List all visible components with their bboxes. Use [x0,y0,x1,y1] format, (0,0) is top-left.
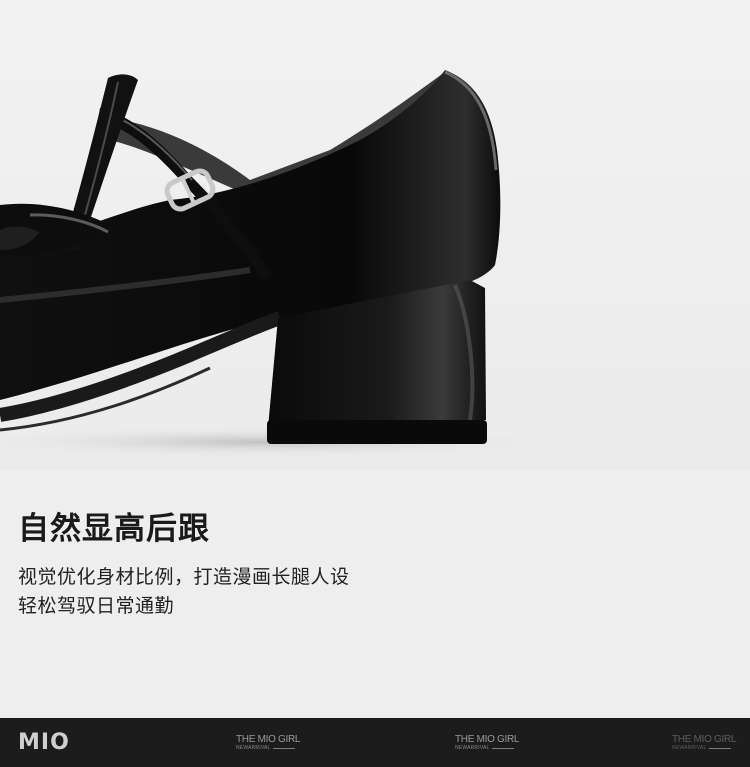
tagline-1: THE MIO GIRL NEWARRIVAL [236,735,300,752]
tagline-title: THE MIO GIRL [455,734,520,745]
tagline-3: THE MIO GIRL NEWARRIVAL [672,735,736,752]
footer-bar: MIO THE MIO GIRL NEWARRIVAL THE MIO GIRL… [0,718,750,767]
tagline-title: THE MIO GIRL [236,734,301,745]
description-line-1: 视觉优化身材比例，打造漫画长腿人设 [18,566,350,588]
tagline-sub: NEWARRIVAL [236,745,300,752]
product-photo [0,0,750,470]
tagline-sub: NEWARRIVAL [672,745,736,752]
tagline-sub: NEWARRIVAL [455,745,519,752]
description: 视觉优化身材比例，打造漫画长腿人设 轻松驾驭日常通勤 [18,563,350,621]
tagline-2: THE MIO GIRL NEWARRIVAL [455,735,519,752]
headline: 自然显高后跟 [18,511,210,547]
tagline-title: THE MIO GIRL [672,734,737,745]
description-line-2: 轻松驾驭日常通勤 [18,595,175,617]
brand-logo: MIO [18,730,70,755]
